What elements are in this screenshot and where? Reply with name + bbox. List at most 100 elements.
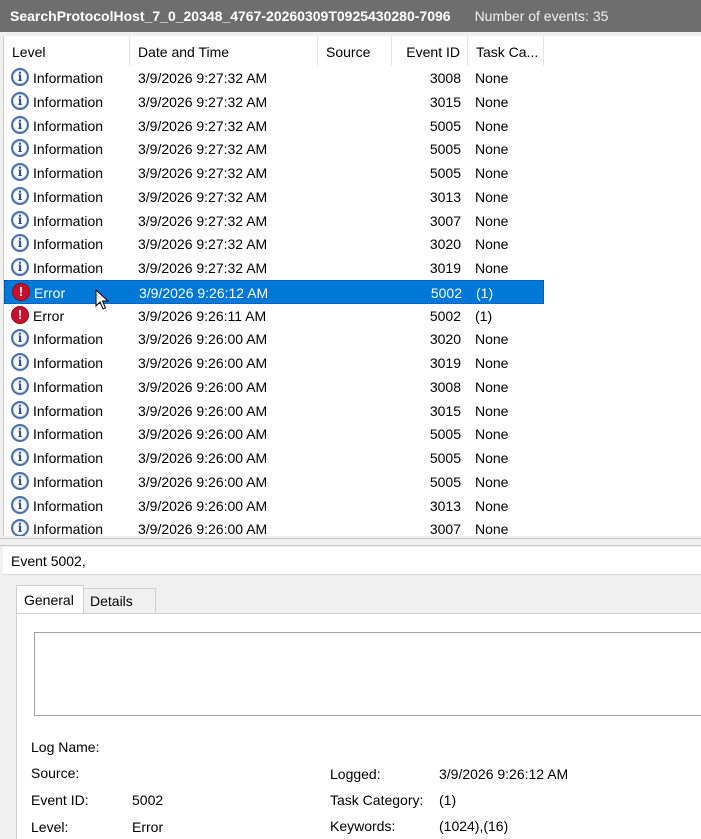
event-id: 5005 xyxy=(429,473,461,490)
event-task-category: None xyxy=(475,117,509,134)
event-task-category: None xyxy=(475,450,509,466)
info-icon: i xyxy=(11,68,31,88)
event-date: 3/9/2026 9:26:00 AM xyxy=(138,402,268,419)
event-row[interactable]: i Information 3/9/2026 9:27:32 AM 3020 None xyxy=(4,232,544,256)
event-date: 3/9/2026 9:26:00 AM xyxy=(138,426,268,443)
tab-general[interactable]: General xyxy=(16,585,84,613)
event-row[interactable]: ! Error 3/9/2026 9:26:12 AM 5002 (1) xyxy=(4,279,544,304)
event-row[interactable]: i Information 3/9/2026 9:27:32 AM 3008 None xyxy=(4,66,544,90)
event-row[interactable]: ! Error 3/9/2026 9:26:11 AM 5002 (1) xyxy=(4,304,544,328)
event-level: Information xyxy=(33,378,104,395)
event-description-box[interactable] xyxy=(34,632,701,716)
event-level: Information xyxy=(33,402,104,419)
column-header-row: Level Date and Time Source Event ID Task… xyxy=(4,36,701,66)
event-task-category: None xyxy=(475,188,509,205)
event-task-category: None xyxy=(475,355,509,371)
event-id-label: Event ID: xyxy=(31,792,89,808)
info-icon: i xyxy=(11,519,31,536)
event-date: 3/9/2026 9:26:00 AM xyxy=(138,521,268,536)
event-task-category: None xyxy=(475,521,509,536)
info-icon: i xyxy=(11,115,31,136)
event-id: 5005 xyxy=(429,117,461,134)
event-row[interactable]: i Information 3/9/2026 9:26:00 AM 5005 None xyxy=(4,470,544,494)
event-date: 3/9/2026 9:27:32 AM xyxy=(138,117,268,134)
event-level: Information xyxy=(33,521,104,536)
event-row[interactable]: i Information 3/9/2026 9:26:00 AM 5005 None xyxy=(4,446,544,470)
log-name: SearchProtocolHost_7_0_20348_4767-202603… xyxy=(10,8,451,24)
event-id: 5005 xyxy=(429,426,461,443)
event-row[interactable]: i Information 3/9/2026 9:26:00 AM 3007 None xyxy=(4,517,544,536)
event-date: 3/9/2026 9:26:12 AM xyxy=(139,284,269,301)
event-date: 3/9/2026 9:27:32 AM xyxy=(138,141,268,158)
event-id: 3015 xyxy=(429,93,461,110)
info-icon: i xyxy=(11,353,31,373)
event-level: Information xyxy=(33,260,104,276)
event-id: 3008 xyxy=(429,378,461,395)
pane-splitter[interactable] xyxy=(0,538,701,546)
task-category-label: Task Category: xyxy=(330,792,424,808)
column-header-event-id[interactable]: Event ID xyxy=(392,36,468,66)
event-id: 3015 xyxy=(429,402,461,419)
event-date: 3/9/2026 9:26:00 AM xyxy=(138,355,268,371)
event-level: Information xyxy=(33,497,104,514)
event-list[interactable]: Level Date and Time Source Event ID Task… xyxy=(3,36,701,536)
event-date: 3/9/2026 9:26:11 AM xyxy=(138,307,267,324)
event-level: Information xyxy=(33,355,104,371)
logged-label: Logged: xyxy=(330,766,381,782)
event-detail-title: Event 5002, xyxy=(3,547,701,575)
event-date: 3/9/2026 9:27:32 AM xyxy=(138,188,268,205)
keywords-value: (1024),(16) xyxy=(439,818,509,834)
event-date: 3/9/2026 9:26:00 AM xyxy=(138,378,268,395)
event-row[interactable]: i Information 3/9/2026 9:27:32 AM 3015 None xyxy=(4,90,544,114)
event-task-category: None xyxy=(475,260,509,276)
event-level: Information xyxy=(33,93,104,110)
info-icon: i xyxy=(11,234,31,254)
info-icon: i xyxy=(11,376,31,397)
event-level: Error xyxy=(34,284,66,301)
info-icon: i xyxy=(11,210,31,231)
event-row[interactable]: i Information 3/9/2026 9:26:00 AM 3020 None xyxy=(4,327,544,351)
event-id: 3019 xyxy=(429,260,461,276)
column-header-source[interactable]: Source xyxy=(318,36,392,66)
event-row[interactable]: i Information 3/9/2026 9:27:32 AM 5005 None xyxy=(4,161,544,185)
keywords-label: Keywords: xyxy=(330,818,396,834)
event-row[interactable]: i Information 3/9/2026 9:27:32 AM 5005 None xyxy=(4,114,544,138)
event-row[interactable]: i Information 3/9/2026 9:27:32 AM 3007 None xyxy=(4,209,544,233)
task-category-value: (1) xyxy=(439,792,457,808)
log-titlebar: SearchProtocolHost_7_0_20348_4767-202603… xyxy=(0,0,701,32)
column-header-level[interactable]: Level xyxy=(4,36,130,66)
event-date: 3/9/2026 9:27:32 AM xyxy=(138,260,268,276)
event-id: 5005 xyxy=(429,165,461,181)
event-row[interactable]: i Information 3/9/2026 9:26:00 AM 3019 None xyxy=(4,351,544,375)
event-date: 3/9/2026 9:27:32 AM xyxy=(138,93,268,110)
event-row[interactable]: i Information 3/9/2026 9:26:00 AM 5005 None xyxy=(4,422,544,446)
event-task-category: None xyxy=(475,473,509,490)
general-tab-panel: Log Name: Source: Event ID: 5002 Level: … xyxy=(16,613,701,839)
event-id: 3007 xyxy=(429,521,461,536)
event-id: 3019 xyxy=(429,355,461,371)
column-header-date[interactable]: Date and Time xyxy=(130,36,318,66)
info-icon: i xyxy=(11,163,31,183)
event-row[interactable]: i Information 3/9/2026 9:27:32 AM 3019 None xyxy=(4,256,544,280)
info-icon: i xyxy=(11,91,31,112)
event-task-category: None xyxy=(475,331,509,348)
info-icon: i xyxy=(11,400,31,421)
logged-value: 3/9/2026 9:26:12 AM xyxy=(439,766,569,782)
event-row[interactable]: i Information 3/9/2026 9:27:32 AM 3013 None xyxy=(4,185,544,209)
event-date: 3/9/2026 9:27:32 AM xyxy=(138,212,268,229)
tab-details[interactable]: Details xyxy=(84,588,156,613)
event-level: Information xyxy=(33,70,104,86)
event-row[interactable]: i Information 3/9/2026 9:26:00 AM 3015 None xyxy=(4,399,544,423)
event-row[interactable]: i Information 3/9/2026 9:26:00 AM 3013 None xyxy=(4,494,544,518)
event-id: 3007 xyxy=(429,212,461,229)
event-level: Information xyxy=(33,426,104,443)
event-id: 5005 xyxy=(429,450,461,466)
event-row[interactable]: i Information 3/9/2026 9:26:00 AM 3008 None xyxy=(4,375,544,399)
column-header-task-category[interactable]: Task Ca... xyxy=(468,36,544,66)
event-row[interactable]: i Information 3/9/2026 9:27:32 AM 5005 None xyxy=(4,137,544,161)
event-count: Number of events: 35 xyxy=(474,8,609,24)
source-label: Source: xyxy=(31,765,80,781)
event-level: Information xyxy=(33,473,104,490)
log-name-label: Log Name: xyxy=(31,739,100,755)
event-level: Information xyxy=(33,165,104,181)
